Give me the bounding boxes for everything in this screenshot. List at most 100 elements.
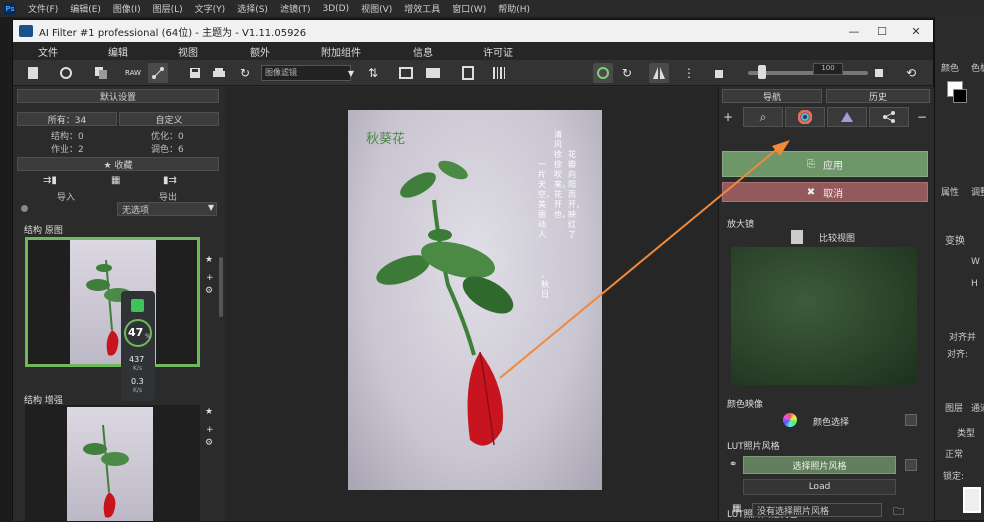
menu-info[interactable]: 信息 [413, 44, 433, 59]
select-lut-button[interactable]: 选择照片风格 [743, 456, 896, 474]
ai-mode-icon[interactable] [593, 63, 613, 83]
save-icon[interactable] [185, 63, 205, 83]
menu-edit[interactable]: 编辑 [108, 44, 128, 59]
load-lut-button[interactable]: Load [743, 479, 896, 495]
ps-menu-type[interactable]: 文字(Y) [195, 2, 226, 15]
ps-menu-window[interactable]: 窗口(W) [452, 2, 486, 15]
thumb1-add-icon[interactable]: + [206, 273, 214, 283]
print-icon[interactable] [209, 63, 229, 83]
compare-toggle-icon[interactable] [791, 230, 803, 244]
rotate-icon[interactable]: ⟲ [901, 63, 921, 83]
fit-screen-icon[interactable] [869, 63, 889, 83]
background-color-swatch[interactable] [953, 89, 967, 103]
folder-icon[interactable]: 🗀 [893, 503, 911, 518]
mask-icon[interactable] [711, 63, 731, 83]
import-icon[interactable]: ⇉▮ [43, 175, 79, 187]
ps-menu-layer[interactable]: 图层(L) [153, 2, 183, 15]
ps-menu-plugins[interactable]: 增效工具 [404, 2, 440, 15]
lut-settings-icon[interactable] [905, 459, 917, 471]
preset-dropdown-arrow-icon[interactable]: ▼ [341, 63, 361, 83]
color-settings-icon[interactable] [905, 414, 917, 426]
options-dropdown-arrow-icon[interactable]: ▼ [208, 203, 214, 212]
document-icon[interactable] [458, 63, 478, 83]
favorites-button[interactable]: ★ 收藏 [17, 157, 219, 171]
default-settings-button[interactable]: 默认设置 [17, 89, 219, 103]
rgb-triangle-icon[interactable] [827, 107, 867, 127]
tab-history[interactable]: 历史 [826, 89, 930, 103]
ps-tab-adjustments[interactable]: 调整 [971, 185, 984, 198]
share-icon[interactable]: ↻ [235, 63, 255, 83]
color-wheel-icon[interactable] [785, 107, 825, 127]
compare-icon[interactable] [396, 63, 416, 83]
ps-menu-help[interactable]: 帮助(H) [498, 2, 530, 15]
zoom-value[interactable]: 100 [813, 63, 843, 75]
preset-thumbnail-enhanced[interactable] [25, 405, 200, 521]
lut-grid-icon[interactable]: ▦ [732, 503, 746, 517]
cancel-button[interactable]: ✖ 取消 [722, 182, 928, 202]
settings-dial-icon[interactable] [56, 63, 76, 83]
color-map-wheel-icon[interactable] [783, 413, 797, 427]
ps-menu-3d[interactable]: 3D(D) [322, 4, 349, 14]
ps-menu-edit[interactable]: 编辑(E) [70, 2, 101, 15]
lut-style-dropdown[interactable]: 没有选择照片风格 [752, 503, 882, 517]
ps-tab-color[interactable]: 颜色 [941, 61, 959, 74]
barcode-icon[interactable] [489, 63, 509, 83]
split-view-icon[interactable] [649, 63, 669, 83]
menu-view[interactable]: 视图 [178, 44, 198, 59]
ps-layer-filter[interactable]: 类型 [957, 426, 975, 439]
redo-icon[interactable]: ↻ [617, 63, 637, 83]
apply-button[interactable]: ⎘ 应用 [722, 151, 928, 177]
ps-tab-swatches[interactable]: 色板 [971, 61, 984, 74]
ps-menu-view[interactable]: 视图(V) [361, 2, 392, 15]
copy-icon[interactable] [91, 63, 111, 83]
close-button[interactable]: ✕ [899, 20, 933, 42]
more-icon[interactable]: ⋮ [679, 63, 699, 83]
menu-extra[interactable]: 额外 [250, 44, 270, 59]
sort-icon[interactable]: ⇅ [363, 63, 383, 83]
share-nodes-icon[interactable] [869, 107, 909, 127]
add-icon[interactable]: + [721, 107, 735, 127]
preset-scrollbar[interactable] [219, 257, 223, 317]
ps-menu-filter[interactable]: 滤镜(T) [280, 2, 311, 15]
menu-file[interactable]: 文件 [38, 44, 58, 59]
compare-view-label[interactable]: 比较视图 [819, 231, 855, 244]
ps-menu-select[interactable]: 选择(S) [237, 2, 268, 15]
ps-layer-thumbnail[interactable] [963, 487, 981, 513]
menu-addons[interactable]: 附加组件 [321, 44, 361, 59]
export-icon[interactable]: ▮⇉ [163, 175, 189, 187]
lut-link-icon[interactable]: ⚭ [729, 459, 737, 470]
search-icon[interactable]: ⌕ [743, 107, 783, 127]
grid-icon[interactable]: ▦ [111, 175, 131, 187]
zoom-slider-handle[interactable] [758, 65, 766, 79]
node-graph-icon[interactable] [148, 63, 168, 83]
ps-menu-file[interactable]: 文件(F) [28, 2, 58, 15]
options-dropdown[interactable]: 无选项 [117, 202, 217, 216]
thumb1-star-icon[interactable]: ★ [205, 255, 213, 265]
batch-icon[interactable] [423, 63, 443, 83]
magnifier-section-title[interactable]: 放大镜 [727, 217, 754, 230]
magnifier-view[interactable] [731, 247, 917, 385]
thumb2-share-icon[interactable]: ⚙ [205, 438, 213, 448]
maximize-button[interactable]: ☐ [865, 20, 899, 42]
ps-tab-layers[interactable]: 图层 [945, 401, 963, 414]
thumb2-star-icon[interactable]: ★ [205, 407, 213, 417]
ps-blend-mode[interactable]: 正常 [945, 447, 963, 460]
preview-photo[interactable]: 秋葵花 清风徐徐吹来，花开也， 花瓣向阳而开，映红了 一片天空，美丽动人 ，秋日 [348, 110, 602, 490]
tab-all-presets[interactable]: 所有：34 [17, 112, 117, 126]
zoom-slider[interactable] [748, 71, 868, 75]
ps-tab-properties[interactable]: 属性 [941, 185, 959, 198]
ps-tab-channels[interactable]: 通道 [971, 401, 984, 414]
import-label[interactable]: 导入 [57, 190, 75, 203]
raw-file-icon[interactable]: RAW [123, 63, 143, 83]
minus-icon[interactable]: − [915, 107, 929, 127]
preset-select[interactable]: 图像滤镜 [261, 65, 351, 81]
tab-navigation[interactable]: 导航 [722, 89, 822, 103]
thumb1-share-icon[interactable]: ⚙ [205, 286, 213, 296]
filter-toggle-icon[interactable] [21, 205, 28, 212]
ps-menu-image[interactable]: 图像(I) [113, 2, 141, 15]
tab-custom-presets[interactable]: 自定义 [119, 112, 219, 126]
color-select-label[interactable]: 颜色选择 [813, 415, 849, 428]
new-document-icon[interactable] [23, 63, 43, 83]
thumb2-add-icon[interactable]: + [206, 425, 214, 435]
menu-license[interactable]: 许可证 [483, 44, 513, 59]
